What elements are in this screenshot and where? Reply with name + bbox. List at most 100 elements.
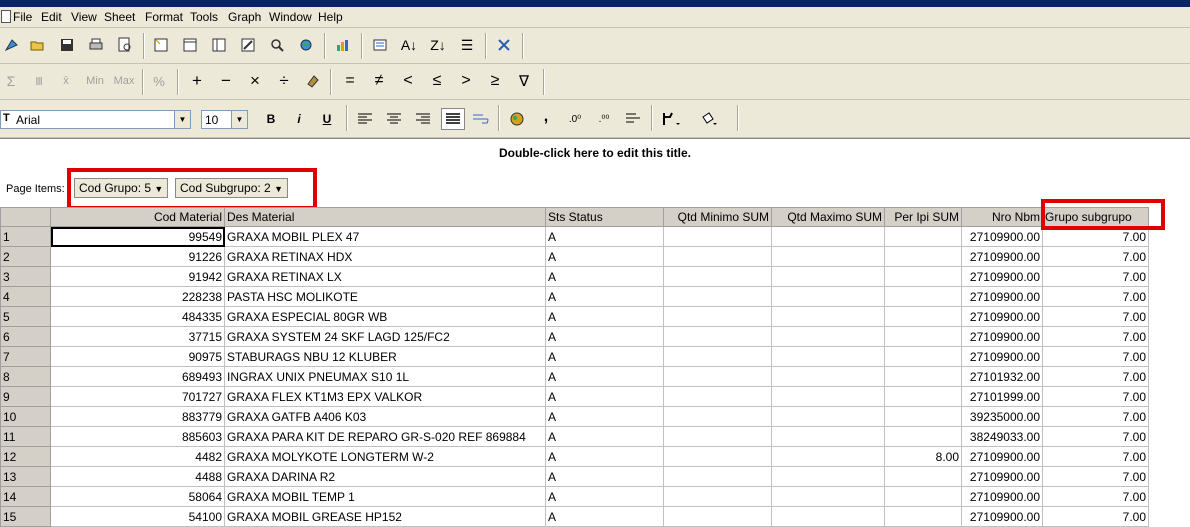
grupo-subgrupo-cell[interactable]: 7.00: [1042, 366, 1149, 387]
grupo-subgrupo-cell[interactable]: 7.00: [1042, 386, 1149, 407]
chevron-down-icon[interactable]: ▼: [231, 111, 247, 128]
window-title-bar[interactable]: [0, 0, 1190, 7]
per-ipi-cell[interactable]: [884, 326, 962, 347]
nro-nbm-cell[interactable]: 27109900.00: [961, 506, 1043, 527]
filter-icon[interactable]: ∇: [513, 71, 535, 91]
count-icon[interactable]: Ⅲ: [28, 71, 50, 91]
row-number[interactable]: 12: [0, 446, 51, 467]
nro-nbm-cell[interactable]: 27109900.00: [961, 346, 1043, 367]
new-icon[interactable]: [0, 35, 22, 55]
per-ipi-cell[interactable]: [884, 486, 962, 507]
minus-icon[interactable]: −: [215, 71, 237, 91]
per-ipi-cell[interactable]: [884, 506, 962, 527]
table-row[interactable]: 10 883779 GRAXA GATFB A406 K03 A 39235000.00…: [0, 406, 1149, 427]
table-row[interactable]: 13 4488 GRAXA DARINA R2 A 27109900.00 7.00: [0, 466, 1149, 487]
bold-button[interactable]: B: [260, 109, 282, 129]
per-ipi-cell[interactable]: [884, 466, 962, 487]
row-number[interactable]: 13: [0, 466, 51, 487]
qtd-minimo-cell[interactable]: [663, 386, 772, 407]
nro-nbm-cell[interactable]: 27109900.00: [961, 306, 1043, 327]
row-number[interactable]: 9: [0, 386, 51, 407]
qtd-maximo-cell[interactable]: [771, 406, 885, 427]
qtd-maximo-cell[interactable]: [771, 466, 885, 487]
grupo-subgrupo-cell[interactable]: 7.00: [1042, 306, 1149, 327]
per-ipi-cell[interactable]: [884, 226, 962, 247]
row-number[interactable]: 10: [0, 406, 51, 427]
chevron-down-icon[interactable]: ▼: [174, 111, 190, 128]
grupo-subgrupo-cell[interactable]: 7.00: [1042, 486, 1149, 507]
column-header-cod-material[interactable]: Cod Material: [50, 207, 225, 227]
sort-descending-icon[interactable]: Z↓: [427, 35, 449, 55]
nro-nbm-cell[interactable]: 27109900.00: [961, 486, 1043, 507]
des-material-cell[interactable]: GRAXA PARA KIT DE REPARO GR-S-020 REF 86…: [224, 426, 546, 447]
grupo-subgrupo-cell[interactable]: 7.00: [1042, 326, 1149, 347]
format-cells-icon[interactable]: [506, 109, 528, 129]
sts-status-cell[interactable]: A: [545, 506, 664, 527]
open-icon[interactable]: [27, 35, 49, 55]
row-number[interactable]: 14: [0, 486, 51, 507]
sts-status-cell[interactable]: A: [545, 326, 664, 347]
column-header-qtd-minimo[interactable]: Qtd Minimo SUM: [663, 207, 772, 227]
row-number[interactable]: 3: [0, 266, 51, 287]
cod-subgrupo-dropdown[interactable]: Cod Subgrupo: 2 ▼: [175, 178, 288, 198]
increase-decimal-icon[interactable]: .0⁰: [564, 109, 586, 129]
grupo-subgrupo-cell[interactable]: 7.00: [1042, 246, 1149, 267]
eraser-icon[interactable]: [302, 71, 324, 91]
decrease-decimal-icon[interactable]: .⁰⁰: [593, 109, 615, 129]
average-icon[interactable]: x̄: [55, 71, 77, 91]
cod-material-cell[interactable]: 4488: [50, 466, 225, 487]
outline-icon[interactable]: [369, 35, 391, 55]
wrap-text-icon[interactable]: [470, 109, 492, 129]
min-button[interactable]: Min: [84, 71, 106, 91]
row-number[interactable]: 4: [0, 286, 51, 307]
des-material-cell[interactable]: STABURAGS NBU 12 KLUBER: [224, 346, 546, 367]
percent-icon[interactable]: %: [148, 71, 170, 91]
qtd-maximo-cell[interactable]: [771, 506, 885, 527]
menu-file[interactable]: File: [13, 10, 32, 24]
greater-equal-icon[interactable]: ≥: [484, 71, 506, 91]
font-size-select[interactable]: 10 ▼: [201, 110, 248, 129]
nro-nbm-cell[interactable]: 27109900.00: [961, 446, 1043, 467]
nro-nbm-cell[interactable]: 27109900.00: [961, 266, 1043, 287]
corner-header[interactable]: [0, 207, 51, 227]
qtd-minimo-cell[interactable]: [663, 286, 772, 307]
per-ipi-cell[interactable]: 8.00: [884, 446, 962, 467]
table-row[interactable]: 2 91226 GRAXA RETINAX HDX A 27109900.00 7.00: [0, 246, 1149, 267]
des-material-cell[interactable]: GRAXA DARINA R2: [224, 466, 546, 487]
graph-icon[interactable]: [332, 35, 354, 55]
column-header-qtd-maximo[interactable]: Qtd Maximo SUM: [771, 207, 885, 227]
fill-color-icon[interactable]: [697, 109, 719, 129]
nro-nbm-cell[interactable]: 27109900.00: [961, 326, 1043, 347]
qtd-minimo-cell[interactable]: [663, 366, 772, 387]
sts-status-cell[interactable]: A: [545, 346, 664, 367]
qtd-maximo-cell[interactable]: [771, 306, 885, 327]
grupo-subgrupo-cell[interactable]: 7.00: [1042, 406, 1149, 427]
des-material-cell[interactable]: GRAXA MOLYKOTE LONGTERM W-2: [224, 446, 546, 467]
per-ipi-cell[interactable]: [884, 386, 962, 407]
plus-icon[interactable]: +: [186, 71, 208, 91]
equal-icon[interactable]: =: [339, 71, 361, 91]
column-header-grupo-subgrupo[interactable]: Grupo subgrupo: [1042, 207, 1149, 227]
cod-material-cell[interactable]: 228238: [50, 286, 225, 307]
max-button[interactable]: Max: [113, 71, 135, 91]
grupo-subgrupo-cell[interactable]: 7.00: [1042, 266, 1149, 287]
qtd-minimo-cell[interactable]: [663, 306, 772, 327]
qtd-minimo-cell[interactable]: [663, 506, 772, 527]
edit-icon[interactable]: [237, 35, 259, 55]
menu-window[interactable]: Window: [269, 10, 312, 24]
table-row[interactable]: 4 228238 PASTA HSC MOLIKOTE A 27109900.00 7.0…: [0, 286, 1149, 307]
row-number[interactable]: 1: [0, 226, 51, 247]
nro-nbm-cell[interactable]: 38249033.00: [961, 426, 1043, 447]
qtd-maximo-cell[interactable]: [771, 246, 885, 267]
nro-nbm-cell[interactable]: 27109900.00: [961, 246, 1043, 267]
qtd-maximo-cell[interactable]: [771, 286, 885, 307]
cod-material-cell[interactable]: 54100: [50, 506, 225, 527]
qtd-minimo-cell[interactable]: [663, 406, 772, 427]
greater-than-icon[interactable]: >: [455, 71, 477, 91]
justify-icon[interactable]: [441, 108, 465, 130]
per-ipi-cell[interactable]: [884, 246, 962, 267]
row-number[interactable]: 15: [0, 506, 51, 527]
underline-button[interactable]: U: [316, 109, 338, 129]
qtd-minimo-cell[interactable]: [663, 246, 772, 267]
sts-status-cell[interactable]: A: [545, 486, 664, 507]
